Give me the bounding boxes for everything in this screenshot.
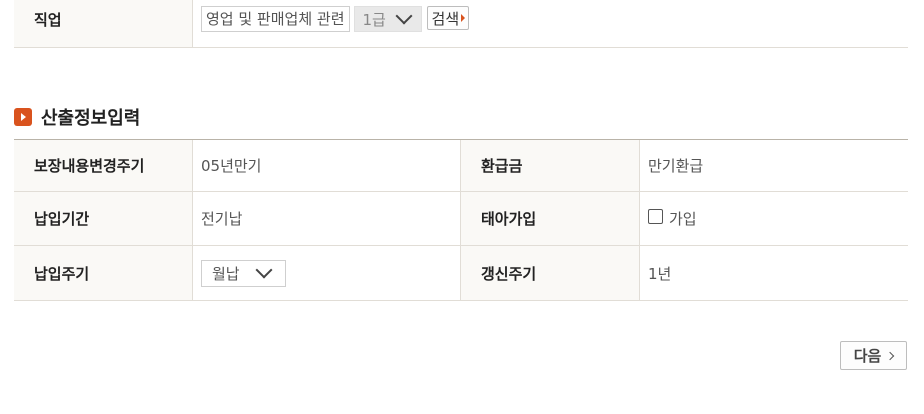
next-button-label: 다음 [853, 347, 882, 365]
table-row: 납입주기 월납 갱신주기 1년 [14, 246, 908, 301]
page: 직업 영업 및 판매업체 관련 1급 검색 산출정보입력 보장내용변경주기 05… [0, 0, 924, 414]
job-value-field[interactable]: 영업 및 판매업체 관련 [201, 6, 350, 32]
refund-label: 환급금 [461, 140, 640, 191]
job-cell: 영업 및 판매업체 관련 1급 검색 [193, 0, 908, 47]
payment-period-value: 전기납 [193, 192, 461, 245]
info-table: 보장내용변경주기 05년만기 환급금 만기환급 납입기간 전기납 태아가입 가입… [14, 139, 908, 301]
job-label: 직업 [14, 0, 193, 47]
next-button[interactable]: 다음 [840, 341, 907, 370]
payment-cycle-label: 납입주기 [14, 246, 193, 300]
renewal-cycle-value: 1년 [648, 264, 672, 283]
chevron-down-icon [395, 7, 413, 25]
payment-period-label: 납입기간 [14, 192, 193, 245]
payment-cycle-select[interactable]: 월납 [201, 259, 286, 287]
fetal-enrollment-cell: 가입 [640, 192, 908, 245]
chevron-right-icon [886, 351, 895, 360]
refund-value: 만기환급 [648, 157, 704, 175]
payment-cycle-select-value: 월납 [212, 264, 240, 283]
table-row: 보장내용변경주기 05년만기 환급금 만기환급 [14, 140, 908, 192]
arrow-right-icon [461, 14, 466, 22]
job-row: 직업 영업 및 판매업체 관련 1급 검색 [14, 0, 908, 48]
grade-select[interactable]: 1급 [353, 6, 422, 32]
fetal-enrollment-label: 태아가입 [461, 192, 640, 245]
grade-select-value: 1급 [362, 10, 386, 29]
coverage-change-period-label: 보장내용변경주기 [14, 140, 193, 191]
table-row: 납입기간 전기납 태아가입 가입 [14, 192, 908, 246]
renewal-cycle-label: 갱신주기 [461, 246, 640, 300]
section-title: 산출정보입력 [41, 108, 141, 129]
section-heading: 산출정보입력 [14, 104, 140, 130]
coverage-change-period-value: 05년만기 [193, 140, 461, 191]
chevron-down-icon [255, 261, 273, 279]
search-button[interactable]: 검색 [426, 6, 470, 30]
fetal-enrollment-checkbox-label[interactable]: 가입 [669, 208, 697, 229]
fetal-enrollment-checkbox[interactable] [648, 209, 663, 224]
payment-cycle-cell: 월납 [193, 246, 461, 300]
search-button-label: 검색 [431, 9, 460, 28]
play-icon [14, 108, 32, 126]
